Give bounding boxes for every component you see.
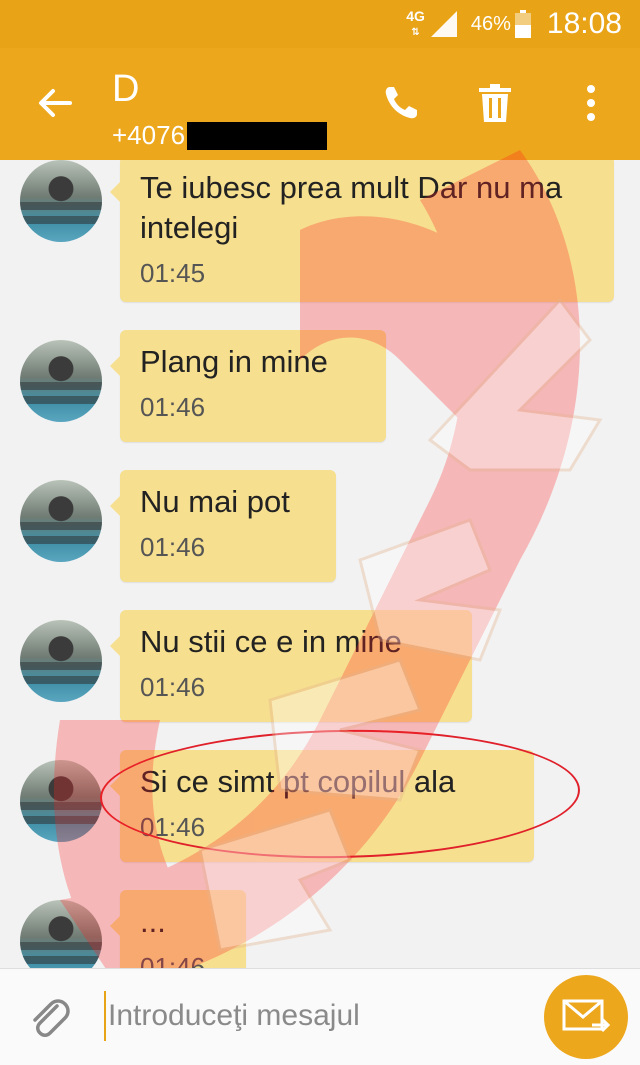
avatar[interactable] bbox=[20, 160, 102, 242]
avatar[interactable] bbox=[20, 760, 102, 842]
message-text: Si ce simt pt copilul ala bbox=[140, 764, 456, 799]
back-button[interactable] bbox=[30, 78, 80, 128]
message-time: 01:46 bbox=[140, 672, 206, 702]
message-text: ... bbox=[140, 904, 166, 939]
message-bubble[interactable]: ... 01:46 bbox=[110, 890, 246, 968]
avatar[interactable] bbox=[20, 620, 102, 702]
contact-number: +4076 bbox=[112, 120, 186, 150]
send-envelope-icon bbox=[562, 999, 610, 1033]
message-text: Plang in mine bbox=[140, 344, 328, 379]
conversation-header: D +4076 bbox=[0, 48, 640, 160]
delete-button[interactable] bbox=[470, 78, 520, 128]
message-time: 01:46 bbox=[140, 532, 206, 562]
message-text: Te iubesc prea mult Dar nu ma intelegi bbox=[140, 170, 563, 245]
message-time: 01:46 bbox=[140, 952, 206, 968]
back-arrow-icon bbox=[39, 89, 72, 117]
signal-icon bbox=[430, 11, 457, 37]
send-button[interactable] bbox=[544, 975, 628, 1059]
message-input[interactable] bbox=[104, 991, 514, 1041]
status-bar: 4G ⇅ 46% 18:08 bbox=[0, 0, 640, 48]
message-text: Nu stii ce e in mine bbox=[140, 624, 402, 659]
contact-number-row: +4076 bbox=[112, 120, 328, 151]
message-bubble[interactable]: Si ce simt pt copilul ala 01:46 bbox=[110, 750, 534, 862]
message-time: 01:46 bbox=[140, 812, 206, 842]
more-vert-icon bbox=[587, 85, 595, 121]
message-text: Nu mai pot bbox=[140, 484, 290, 519]
trash-icon bbox=[479, 84, 511, 122]
avatar[interactable] bbox=[20, 480, 102, 562]
message-composer bbox=[0, 968, 640, 1065]
message-bubble[interactable]: Te iubesc prea mult Dar nu ma intelegi 0… bbox=[110, 160, 614, 302]
attach-button[interactable] bbox=[24, 993, 74, 1043]
message-bubble[interactable]: Nu mai pot 01:46 bbox=[110, 470, 336, 582]
contact-name: D bbox=[112, 68, 140, 110]
message-time: 01:46 bbox=[140, 392, 206, 422]
paperclip-icon bbox=[33, 999, 70, 1037]
more-options-button[interactable] bbox=[566, 78, 616, 128]
redaction-bar bbox=[187, 121, 328, 150]
avatar[interactable] bbox=[20, 900, 102, 968]
clock: 18:08 bbox=[546, 7, 622, 40]
network-indicator: 4G ⇅ bbox=[406, 7, 425, 38]
battery-percent: 46% bbox=[470, 12, 511, 35]
call-button[interactable] bbox=[376, 78, 426, 128]
battery-icon bbox=[514, 10, 531, 38]
message-time: 01:45 bbox=[140, 258, 206, 288]
message-bubble[interactable]: Nu stii ce e in mine 01:46 bbox=[110, 610, 472, 722]
network-type: 4G bbox=[406, 7, 425, 24]
avatar[interactable] bbox=[20, 340, 102, 422]
message-thread[interactable]: Te iubesc prea mult Dar nu ma intelegi 0… bbox=[0, 160, 640, 968]
phone-icon bbox=[385, 87, 417, 119]
message-bubble[interactable]: Plang in mine 01:46 bbox=[110, 330, 386, 442]
